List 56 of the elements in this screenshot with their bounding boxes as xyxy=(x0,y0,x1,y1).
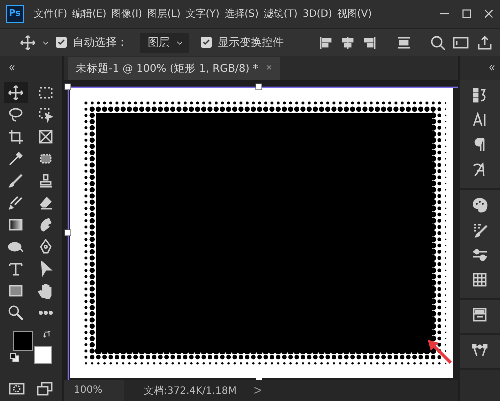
checkbox[interactable] xyxy=(56,37,67,48)
workspace-icon[interactable] xyxy=(452,34,470,50)
move-icon[interactable] xyxy=(20,34,36,50)
gradient-icon[interactable] xyxy=(8,216,24,232)
eyedropper-icon[interactable] xyxy=(8,150,24,166)
screen-mode-icon[interactable] xyxy=(37,381,53,397)
marquee-icon[interactable] xyxy=(38,84,54,100)
type-icon[interactable] xyxy=(8,260,24,276)
collapse-icon[interactable] xyxy=(488,64,496,72)
menu-item[interactable]: 视图(V) xyxy=(335,7,374,21)
pen-icon[interactable] xyxy=(38,238,54,254)
align-left-icon[interactable] xyxy=(318,34,334,50)
quick-mask-icon[interactable] xyxy=(9,381,25,397)
menu-item[interactable]: 滤镜(T) xyxy=(262,7,300,21)
close-icon[interactable] xyxy=(483,8,495,20)
menu-item[interactable]: 选择(S) xyxy=(222,7,261,21)
menu-item[interactable]: 文字(Y) xyxy=(184,7,222,21)
hand-icon[interactable] xyxy=(38,282,54,298)
checkbox-label: 显示变换控件 xyxy=(218,35,284,50)
zoom-icon[interactable] xyxy=(8,304,24,320)
rectangle-icon[interactable] xyxy=(8,282,24,298)
menu-item[interactable]: 文件(F) xyxy=(32,7,70,21)
menu-item[interactable]: 编辑(E) xyxy=(70,7,109,21)
checkbox[interactable] xyxy=(201,37,212,48)
share-icon[interactable] xyxy=(476,34,494,50)
align-center-icon[interactable] xyxy=(340,34,356,50)
frame-icon[interactable] xyxy=(38,128,54,144)
history-brush-icon[interactable] xyxy=(8,194,24,210)
checkbox-label: 自动选择： xyxy=(73,35,128,50)
eraser-icon[interactable] xyxy=(38,194,54,210)
menu-item[interactable]: 图层(L) xyxy=(145,7,183,21)
maximize-icon[interactable] xyxy=(461,8,473,20)
brush-icon[interactable] xyxy=(8,172,24,188)
tab-close-button[interactable]: × xyxy=(266,63,272,74)
object-select-icon[interactable] xyxy=(38,106,54,122)
distribute-icon[interactable] xyxy=(396,34,412,50)
lasso-icon[interactable] xyxy=(8,106,24,122)
collapse-icon[interactable] xyxy=(8,64,16,72)
menu-item[interactable]: 图像(I) xyxy=(110,7,144,21)
path-select-icon[interactable] xyxy=(38,260,54,276)
target-dropdown[interactable]: 图层 xyxy=(140,32,189,52)
default-colors-icon[interactable] xyxy=(10,353,20,363)
arrow-annotation xyxy=(426,338,452,364)
stamp-icon[interactable] xyxy=(38,172,54,188)
search-icon[interactable] xyxy=(430,34,446,50)
background-color-swatch[interactable] xyxy=(34,346,52,364)
zoom-level: 100% xyxy=(64,380,124,401)
menu-item[interactable]: 3D(D) xyxy=(300,8,334,20)
align-right-icon[interactable] xyxy=(362,34,378,50)
foreground-color-swatch[interactable] xyxy=(13,331,33,351)
move-icon[interactable] xyxy=(8,84,24,100)
document-tab[interactable]: 未标题-1 @ 100% (矩形 1, RGB/8) * × xyxy=(68,57,280,80)
move-tool[interactable] xyxy=(4,82,28,103)
app-logo: Ps xyxy=(6,5,24,23)
crop-icon[interactable] xyxy=(8,128,24,144)
document-size: 文档:372.4K/1.18M xyxy=(144,384,238,398)
